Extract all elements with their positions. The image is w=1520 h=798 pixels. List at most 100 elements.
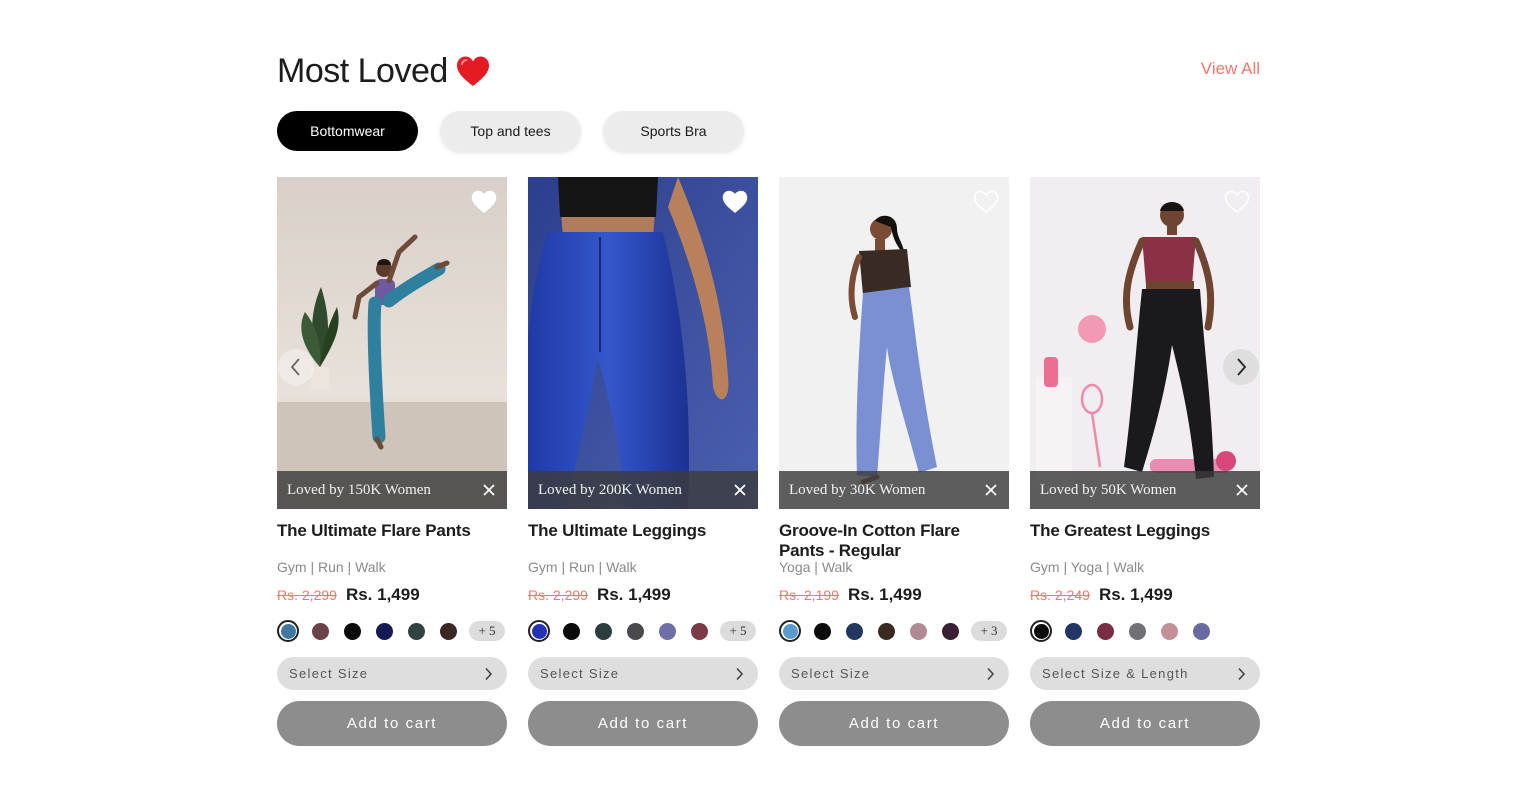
close-icon[interactable]: [733, 483, 747, 497]
product-activities: Gym | Run | Walk: [277, 559, 386, 575]
chevron-right-icon: [1238, 667, 1246, 680]
color-swatch[interactable]: [875, 620, 897, 642]
sale-price: Rs. 1,499: [1098, 585, 1173, 604]
product-image[interactable]: Loved by 200K Women: [528, 177, 758, 509]
color-swatch-dot: [1033, 623, 1049, 639]
product-name[interactable]: The Ultimate Leggings: [528, 521, 758, 541]
more-colors-button[interactable]: + 5: [469, 621, 505, 641]
color-swatch-dot: [658, 622, 676, 640]
select-size-label: Select Size: [791, 666, 871, 681]
color-swatch-dot: [562, 622, 580, 640]
color-swatch[interactable]: [592, 620, 614, 642]
color-swatch-dot: [909, 622, 927, 640]
color-swatch[interactable]: [1126, 620, 1148, 642]
color-swatch[interactable]: [1190, 620, 1212, 642]
color-swatch[interactable]: [1094, 620, 1116, 642]
close-icon[interactable]: [984, 483, 998, 497]
product-name[interactable]: The Greatest Leggings: [1030, 521, 1260, 541]
carousel-next-button[interactable]: [1223, 349, 1259, 385]
section-title-text: Most Loved: [277, 52, 448, 90]
product-card[interactable]: Loved by 200K Women The Ultimate Legging…: [528, 177, 758, 746]
color-swatch-dot: [1064, 622, 1082, 640]
product-card[interactable]: Loved by 150K Women The Ultimate Flare P…: [277, 177, 507, 746]
price-row: Rs. 2,199 Rs. 1,499: [779, 585, 1009, 605]
color-swatch-dot: [311, 622, 329, 640]
color-swatch-dot: [375, 622, 393, 640]
color-swatch-dot: [813, 622, 831, 640]
product-image[interactable]: Loved by 150K Women: [277, 177, 507, 509]
color-swatch[interactable]: [560, 620, 582, 642]
more-colors-button[interactable]: + 3: [971, 621, 1007, 641]
select-size-label: Select Size & Length: [1042, 666, 1189, 681]
color-swatch[interactable]: [341, 620, 363, 642]
color-swatch-dot: [1096, 622, 1114, 640]
color-swatch[interactable]: [437, 620, 459, 642]
more-colors-button[interactable]: + 5: [720, 621, 756, 641]
color-swatch[interactable]: [939, 620, 961, 642]
color-swatch[interactable]: [405, 620, 427, 642]
select-size-button[interactable]: Select Size & Length: [1030, 657, 1260, 690]
color-swatch[interactable]: [373, 620, 395, 642]
add-to-cart-button[interactable]: Add to cart: [1030, 701, 1260, 746]
color-swatch[interactable]: [811, 620, 833, 642]
tab-bottomwear[interactable]: Bottomwear: [277, 111, 418, 151]
color-swatch[interactable]: [528, 620, 550, 642]
color-swatch[interactable]: [907, 620, 929, 642]
color-swatch[interactable]: [656, 620, 678, 642]
product-activities: Gym | Yoga | Walk: [1030, 559, 1145, 575]
product-photo: [277, 177, 507, 509]
sale-price: Rs. 1,499: [596, 585, 671, 604]
carousel-prev-button[interactable]: [278, 349, 314, 385]
heart-outline-icon[interactable]: [471, 190, 497, 214]
add-to-cart-button[interactable]: Add to cart: [779, 701, 1009, 746]
product-image[interactable]: Loved by 30K Women: [779, 177, 1009, 509]
select-size-button[interactable]: Select Size: [779, 657, 1009, 690]
color-swatch[interactable]: [624, 620, 646, 642]
color-swatch[interactable]: [688, 620, 710, 642]
color-swatch[interactable]: [843, 620, 865, 642]
color-swatch[interactable]: [1062, 620, 1084, 642]
tab-top-and-tees[interactable]: Top and tees: [440, 111, 581, 151]
close-icon[interactable]: [482, 483, 496, 497]
close-icon[interactable]: [1235, 483, 1249, 497]
color-swatch-dot: [343, 622, 361, 640]
product-name[interactable]: The Ultimate Flare Pants: [277, 521, 507, 541]
color-swatch[interactable]: [277, 620, 299, 642]
color-swatch-dot: [280, 623, 296, 639]
color-swatch[interactable]: [309, 620, 331, 642]
select-size-button[interactable]: Select Size: [277, 657, 507, 690]
color-swatch-dot: [1160, 622, 1178, 640]
view-all-link[interactable]: View All: [1201, 59, 1260, 79]
original-price: Rs. 2,299: [528, 587, 588, 603]
product-image[interactable]: Loved by 50K Women: [1030, 177, 1260, 509]
loved-by-text: Loved by 200K Women: [538, 481, 682, 498]
chevron-left-icon: [290, 358, 300, 376]
product-photo: [1030, 177, 1260, 509]
tab-sports-bra[interactable]: Sports Bra: [603, 111, 744, 151]
add-to-cart-button[interactable]: Add to cart: [528, 701, 758, 746]
color-swatch-dot: [1128, 622, 1146, 640]
sale-price: Rs. 1,499: [847, 585, 922, 604]
price-row: Rs. 2,299 Rs. 1,499: [277, 585, 507, 605]
product-photo: [779, 177, 1009, 509]
color-swatches: + 3: [779, 619, 1009, 643]
loved-by-banner: Loved by 30K Women: [779, 471, 1009, 509]
product-photo: [528, 177, 758, 509]
color-swatch-dot: [690, 622, 708, 640]
product-card[interactable]: Loved by 30K Women Groove-In Cotton Flar…: [779, 177, 1009, 746]
original-price: Rs. 2,299: [277, 587, 337, 603]
color-swatch[interactable]: [1030, 620, 1052, 642]
color-swatch-dot: [845, 622, 863, 640]
product-card[interactable]: Loved by 50K Women The Greatest Leggings…: [1030, 177, 1260, 746]
heart-outline-icon[interactable]: [722, 190, 748, 214]
section-header: Most Loved View All: [277, 40, 1260, 100]
color-swatch-dot: [407, 622, 425, 640]
color-swatches: + 5: [277, 619, 507, 643]
heart-outline-icon[interactable]: [973, 190, 999, 214]
heart-outline-icon[interactable]: [1224, 190, 1250, 214]
color-swatch[interactable]: [1158, 620, 1180, 642]
product-name[interactable]: Groove-In Cotton Flare Pants - Regular: [779, 521, 1009, 561]
select-size-button[interactable]: Select Size: [528, 657, 758, 690]
add-to-cart-button[interactable]: Add to cart: [277, 701, 507, 746]
color-swatch[interactable]: [779, 620, 801, 642]
